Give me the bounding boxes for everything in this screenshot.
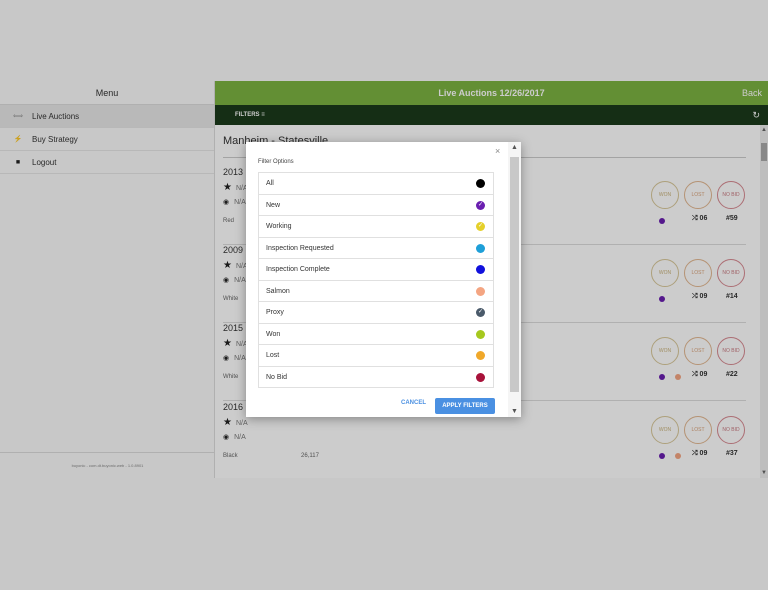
filter-option-new[interactable]: New ✓ bbox=[258, 194, 494, 216]
filter-option-no-bid[interactable]: No Bid bbox=[258, 366, 494, 388]
color-swatch-icon[interactable] bbox=[476, 351, 485, 360]
filter-option-won[interactable]: Won bbox=[258, 323, 494, 345]
filter-option-inspection-requested[interactable]: Inspection Requested bbox=[258, 237, 494, 259]
cancel-button[interactable]: CANCEL bbox=[401, 400, 426, 406]
filter-option-label: Inspection Complete bbox=[266, 266, 330, 273]
app-window: Menu ⟺ Live Auctions ⚡ Buy Strategy ■ Lo… bbox=[0, 81, 768, 478]
filter-option-label: Working bbox=[266, 223, 292, 230]
close-icon[interactable]: × bbox=[495, 146, 500, 156]
filter-option-label: No Bid bbox=[266, 373, 288, 381]
color-swatch-icon[interactable] bbox=[476, 265, 485, 274]
filter-option-inspection-complete[interactable]: Inspection Complete bbox=[258, 259, 494, 281]
dialog-scrollbar[interactable]: ▲ ▼ bbox=[508, 142, 521, 417]
filter-option-proxy[interactable]: Proxy ✓ bbox=[258, 302, 494, 324]
filter-dialog: × Filter Options All New ✓ Working ✓ Ins… bbox=[246, 142, 521, 417]
color-swatch-icon[interactable] bbox=[476, 372, 485, 382]
filter-option-label: Won bbox=[266, 330, 281, 338]
scroll-thumb[interactable] bbox=[510, 157, 519, 392]
filter-option-label: Lost bbox=[266, 352, 280, 359]
check-icon[interactable]: ✓ bbox=[476, 308, 485, 317]
filter-option-label: New bbox=[266, 201, 281, 209]
filter-options-list: All New ✓ Working ✓ Inspection Requested… bbox=[258, 172, 494, 388]
filter-option-salmon[interactable]: Salmon bbox=[258, 280, 494, 302]
filter-option-label: Salmon bbox=[266, 287, 290, 295]
scroll-up-icon[interactable]: ▲ bbox=[508, 144, 521, 151]
dialog-heading: Filter Options bbox=[258, 159, 294, 165]
scroll-down-icon[interactable]: ▼ bbox=[508, 408, 521, 415]
apply-filters-button[interactable]: APPLY FILTERS bbox=[435, 398, 495, 414]
check-icon[interactable]: ✓ bbox=[476, 222, 485, 231]
filter-option-label: Proxy bbox=[266, 309, 284, 316]
filter-option-label: Inspection Requested bbox=[266, 244, 334, 252]
filter-option-label: All bbox=[266, 180, 274, 187]
color-swatch-icon[interactable] bbox=[476, 286, 485, 296]
check-icon[interactable]: ✓ bbox=[476, 200, 485, 210]
color-swatch-icon[interactable] bbox=[476, 243, 485, 253]
filter-option-all[interactable]: All bbox=[258, 173, 494, 195]
color-swatch-icon[interactable] bbox=[476, 179, 485, 188]
filter-option-working[interactable]: Working ✓ bbox=[258, 216, 494, 238]
filter-option-lost[interactable]: Lost bbox=[258, 345, 494, 367]
color-swatch-icon[interactable] bbox=[476, 329, 485, 339]
